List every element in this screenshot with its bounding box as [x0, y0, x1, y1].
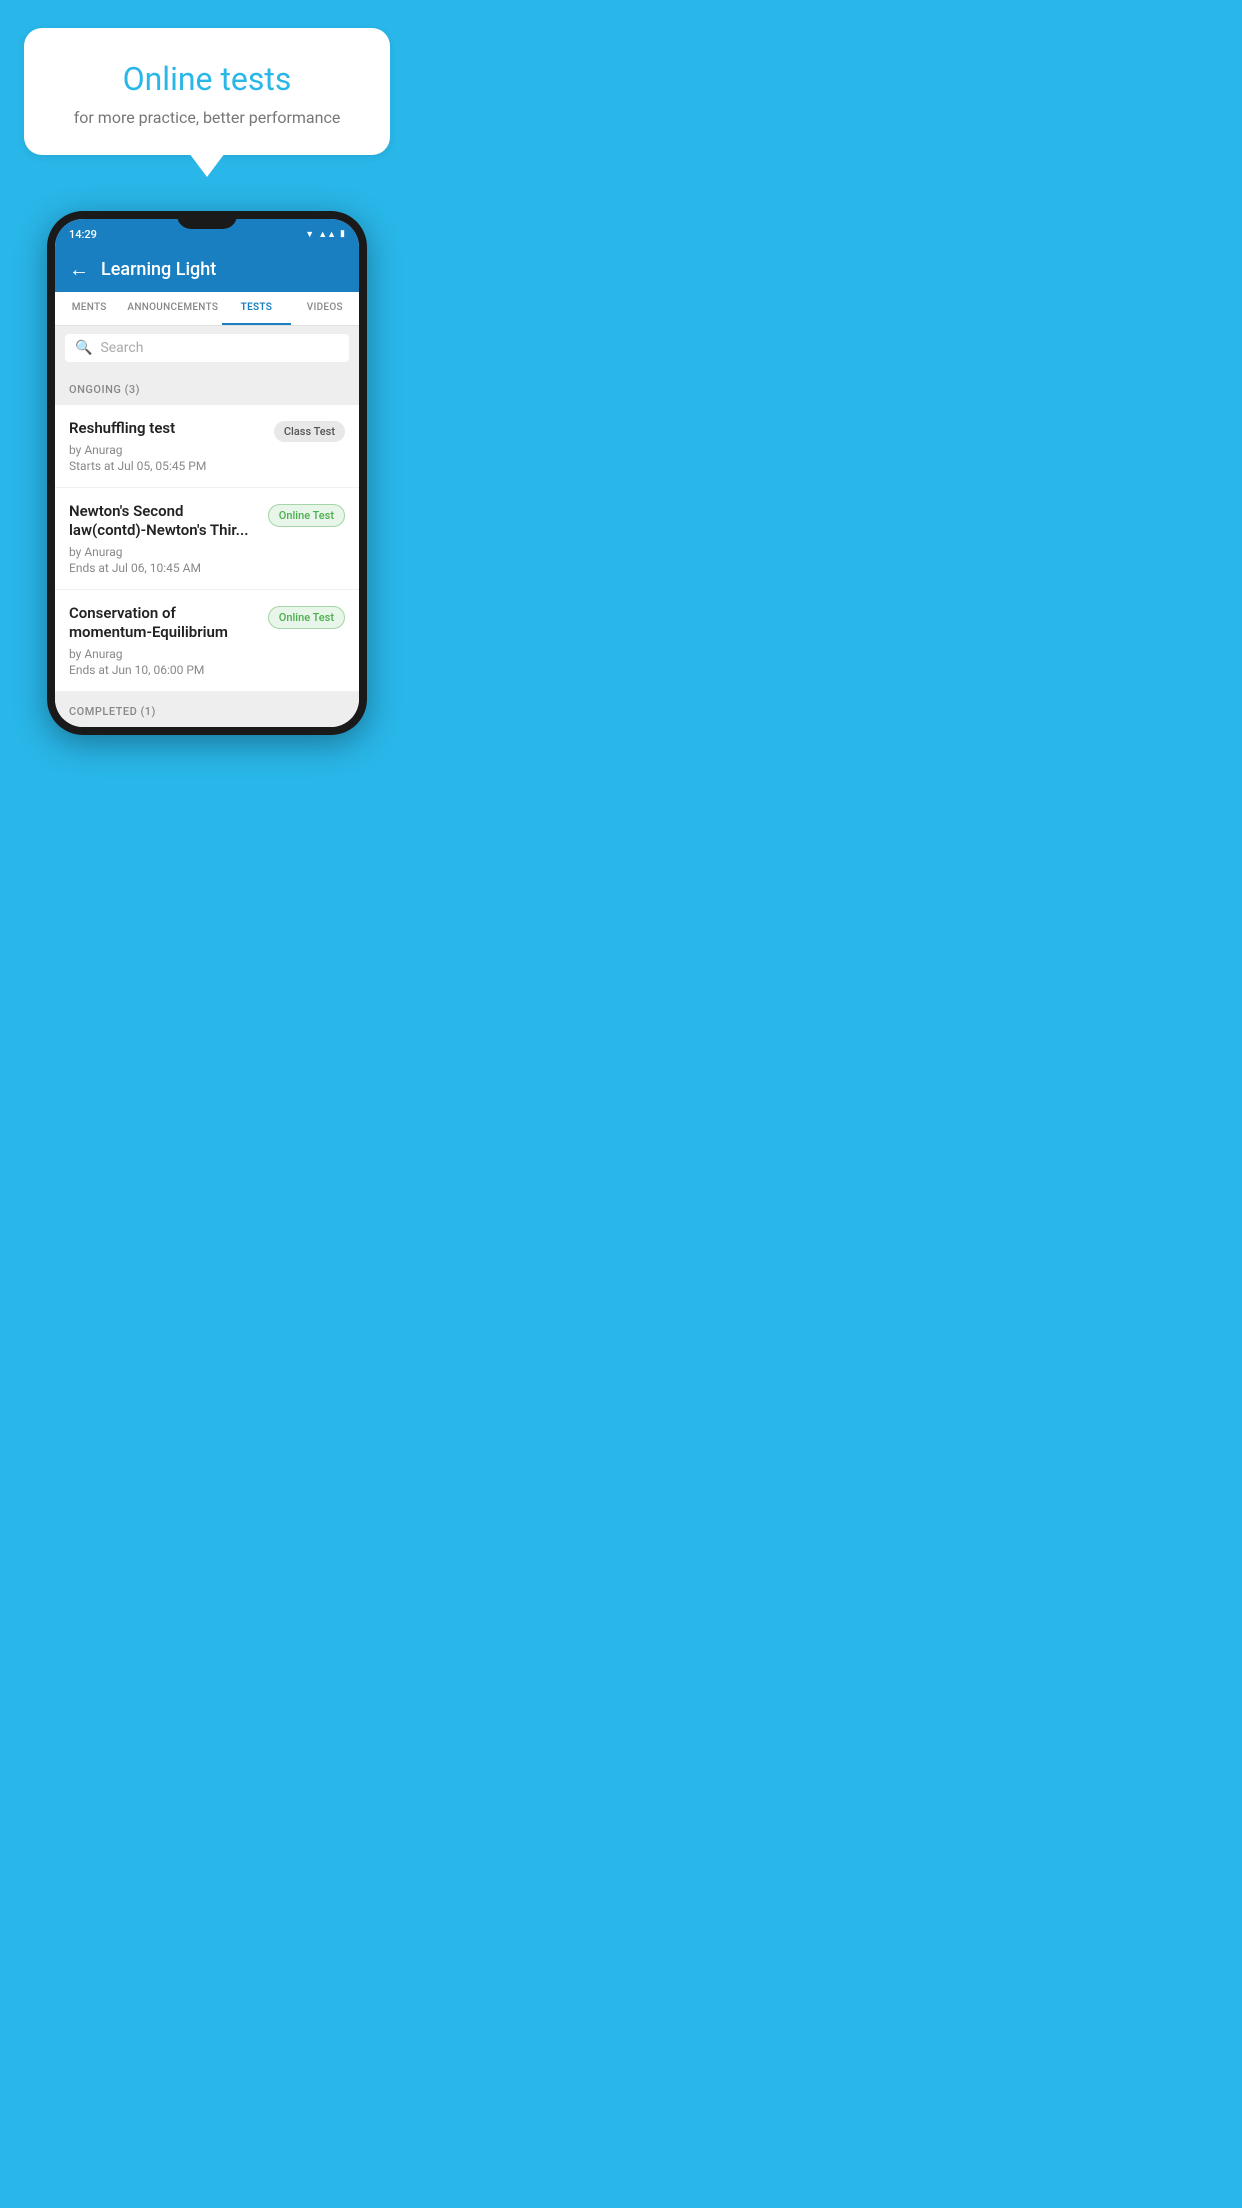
test-badge-2: Online Test [268, 504, 345, 527]
status-time: 14:29 [69, 228, 97, 241]
phone-outer: 14:29 ▼ ▲▲ ▮ ← Learning Light MENTS ANNO… [47, 211, 367, 735]
speech-bubble: Online tests for more practice, better p… [24, 28, 390, 155]
wifi-icon: ▼ [305, 229, 314, 240]
test-name-3: Conservation of momentum-Equilibrium [69, 604, 258, 643]
test-item-3[interactable]: Conservation of momentum-Equilibrium by … [55, 590, 359, 692]
test-item-1[interactable]: Reshuffling test by Anurag Starts at Jul… [55, 405, 359, 488]
test-name-1: Reshuffling test [69, 419, 264, 439]
tab-videos[interactable]: VIDEOS [291, 292, 359, 325]
test-info-2: Newton's Second law(contd)-Newton's Thir… [69, 502, 268, 575]
test-time-1: Starts at Jul 05, 05:45 PM [69, 459, 264, 473]
tab-announcements[interactable]: ANNOUNCEMENTS [123, 292, 222, 325]
completed-section-header: COMPLETED (1) [55, 692, 359, 727]
back-button[interactable]: ← [69, 257, 89, 282]
test-author-2: by Anurag [69, 545, 258, 559]
test-name-2: Newton's Second law(contd)-Newton's Thir… [69, 502, 258, 541]
app-bar: ← Learning Light [55, 247, 359, 292]
test-author-1: by Anurag [69, 443, 264, 457]
search-icon: 🔍 [75, 340, 92, 356]
ongoing-section-header: ONGOING (3) [55, 370, 359, 405]
completed-label: COMPLETED (1) [69, 705, 156, 718]
test-info-1: Reshuffling test by Anurag Starts at Jul… [69, 419, 274, 473]
test-time-3: Ends at Jun 10, 06:00 PM [69, 663, 258, 677]
phone-notch [177, 211, 237, 229]
app-title: Learning Light [101, 259, 216, 280]
speech-bubble-section: Online tests for more practice, better p… [0, 0, 414, 155]
bubble-subtitle: for more practice, better performance [52, 108, 362, 127]
ongoing-label: ONGOING (3) [69, 383, 140, 396]
search-input[interactable]: Search [100, 340, 143, 356]
battery-icon: ▮ [340, 229, 345, 239]
test-time-2: Ends at Jul 06, 10:45 AM [69, 561, 258, 575]
status-icons: ▼ ▲▲ ▮ [305, 229, 345, 240]
test-badge-1: Class Test [274, 421, 345, 442]
search-input-wrap[interactable]: 🔍 Search [65, 334, 349, 362]
tab-tests[interactable]: TESTS [222, 292, 290, 325]
search-container: 🔍 Search [55, 326, 359, 370]
test-badge-3: Online Test [268, 606, 345, 629]
signal-icon: ▲▲ [318, 229, 336, 240]
test-author-3: by Anurag [69, 647, 258, 661]
phone-mockup: 14:29 ▼ ▲▲ ▮ ← Learning Light MENTS ANNO… [47, 211, 367, 735]
tab-ments[interactable]: MENTS [55, 292, 123, 325]
test-list: Reshuffling test by Anurag Starts at Jul… [55, 405, 359, 692]
phone-screen: 14:29 ▼ ▲▲ ▮ ← Learning Light MENTS ANNO… [55, 219, 359, 727]
test-item-2[interactable]: Newton's Second law(contd)-Newton's Thir… [55, 488, 359, 590]
tabs-container: MENTS ANNOUNCEMENTS TESTS VIDEOS [55, 292, 359, 326]
bubble-title: Online tests [52, 60, 362, 98]
test-info-3: Conservation of momentum-Equilibrium by … [69, 604, 268, 677]
